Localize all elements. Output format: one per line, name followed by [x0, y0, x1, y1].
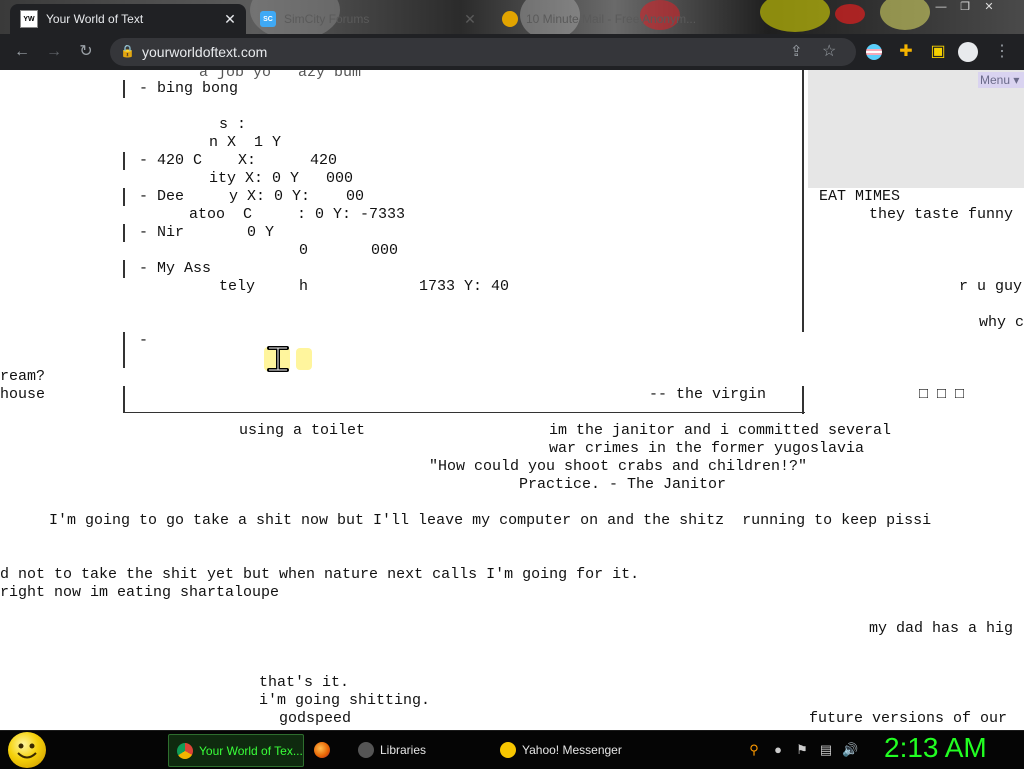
- url-text: yourworldoftext.com: [142, 44, 268, 60]
- smiley-icon: [17, 743, 37, 759]
- extension-flag-icon[interactable]: [864, 42, 884, 62]
- tab-strip: YW Your World of Text ✕ SC SimCity Forum…: [0, 0, 1024, 34]
- text-line: □ □ □: [919, 386, 965, 403]
- more-menu-icon[interactable]: ⋮: [992, 42, 1012, 62]
- libraries-icon: [358, 741, 374, 758]
- text-line: r u guy: [959, 278, 1023, 295]
- taskbar: Your World of Tex... Libraries Yahoo! Me…: [0, 730, 1024, 769]
- tab-10-minute-mail[interactable]: 10 Minute Mail - Free Anonym...: [492, 4, 702, 34]
- text-line: - Dee y X: 0 Y: 00: [139, 188, 365, 205]
- box-border-bottom: [123, 412, 805, 413]
- network-icon[interactable]: ▤: [818, 742, 834, 758]
- text-line: war crimes in the former yugoslavia: [549, 440, 865, 457]
- text-line: ream?: [0, 368, 46, 385]
- clock[interactable]: 2:13 AM: [884, 732, 987, 764]
- yw-icon: YW: [20, 10, 38, 28]
- text-line: - 420 C X: 420: [139, 152, 338, 169]
- text-line: n X 1 Y: [209, 134, 282, 151]
- text-line: d not to take the shit yet but when natu…: [0, 566, 640, 583]
- lock-icon: 🔒: [120, 44, 135, 58]
- box-bar: [123, 386, 125, 413]
- profile-avatar-icon[interactable]: [958, 42, 978, 62]
- text-line: s :: [219, 116, 247, 133]
- forward-icon[interactable]: →: [44, 42, 64, 62]
- text-line: ity X: 0 Y 000: [209, 170, 354, 187]
- text-line: i'm going shitting.: [259, 692, 431, 709]
- text-line: EAT MIMES: [819, 188, 901, 205]
- firefox-icon: [314, 741, 330, 758]
- box-bar: [123, 80, 125, 98]
- address-bar[interactable]: 🔒 yourworldoftext.com ⇪ ☆: [110, 38, 856, 66]
- volume-icon[interactable]: 🔊: [842, 742, 858, 758]
- box-bar: [123, 188, 125, 206]
- menu-label: Menu: [980, 73, 1011, 87]
- text-line: tely: [219, 278, 256, 295]
- restore-icon[interactable]: ❐: [954, 0, 976, 14]
- text-line: -- the virgin: [649, 386, 767, 403]
- start-button[interactable]: [8, 732, 46, 768]
- box-bar: [123, 260, 125, 278]
- minimize-icon[interactable]: —: [930, 0, 952, 14]
- reload-icon[interactable]: ↻: [76, 42, 96, 62]
- text-line: right now im eating shartaloupe: [0, 584, 280, 601]
- taskbar-item-chrome[interactable]: Your World of Tex...: [168, 734, 304, 767]
- search-icon[interactable]: ⚲: [746, 742, 762, 758]
- menu-button[interactable]: Menu ▾: [978, 72, 1024, 88]
- text-line: why c: [979, 314, 1024, 331]
- taskbar-item-label: Yahoo! Messenger: [522, 742, 622, 757]
- text-line: "How could you shoot crabs and children!…: [429, 458, 808, 475]
- extensions-puzzle-icon[interactable]: ✚: [896, 42, 916, 62]
- box-border-right-lower: [802, 386, 804, 414]
- taskbar-item-label: Your World of Tex...: [199, 743, 303, 758]
- text-line: -: [139, 332, 149, 349]
- box-bar: [123, 332, 125, 368]
- bookmark-star-icon[interactable]: ☆: [822, 41, 836, 61]
- text-line: that's it.: [259, 674, 350, 691]
- close-tab-icon[interactable]: ✕: [462, 11, 478, 28]
- text-line: h: [299, 278, 309, 295]
- browser-toolbar: ← → ↻ 🔒 yourworldoftext.com ⇪ ☆ ✚ ▣ ⋮: [0, 34, 1024, 70]
- tab-simcity-forums[interactable]: SC SimCity Forums ✕: [250, 4, 486, 34]
- world-of-text-canvas[interactable]: Menu ▾ a job yo azy bum - bing bong s : …: [0, 70, 1024, 730]
- text-line: im the janitor and i committed several: [549, 422, 892, 439]
- close-tab-icon[interactable]: ✕: [222, 11, 238, 28]
- tab-your-world-of-text[interactable]: YW Your World of Text ✕: [10, 4, 246, 34]
- text-line: using a toilet: [239, 422, 366, 439]
- text-line: house: [0, 386, 46, 403]
- tab-title: Your World of Text: [46, 12, 144, 26]
- box-border-right: [802, 70, 804, 332]
- share-icon[interactable]: ⇪: [790, 42, 803, 60]
- tab-title: 10 Minute Mail - Free Anonym...: [526, 12, 697, 26]
- side-panel-icon[interactable]: ▣: [928, 42, 948, 62]
- box-bar: [123, 152, 125, 170]
- close-window-icon[interactable]: ✕: [978, 0, 1000, 14]
- box-bar: [123, 224, 125, 242]
- action-center-flag-icon[interactable]: ⚑: [794, 742, 810, 758]
- yahoo-messenger-icon: [500, 741, 516, 758]
- taskbar-item-libraries[interactable]: Libraries: [350, 734, 486, 765]
- text-line: Practice. - The Janitor: [519, 476, 727, 493]
- text-line: my dad has a hig: [869, 620, 1014, 637]
- taskbar-item-label: Libraries: [380, 742, 427, 757]
- text-line: future versions of our: [809, 710, 1008, 727]
- tab-title: SimCity Forums: [284, 12, 370, 26]
- text-line: - bing bong: [139, 80, 239, 97]
- text-line: - Nir 0 Y: [139, 224, 275, 241]
- text-line: godspeed: [279, 710, 352, 727]
- text-line: 0 000: [299, 242, 399, 259]
- mail-icon: [502, 11, 518, 27]
- text-line: I'm going to go take a shit now but I'll…: [49, 512, 932, 529]
- text-cursor-icon: [267, 346, 289, 372]
- taskbar-item-yahoo-messenger[interactable]: Yahoo! Messenger: [492, 734, 628, 765]
- back-icon[interactable]: ←: [12, 42, 32, 62]
- simcity-icon: SC: [260, 11, 276, 27]
- text-line: 1733 Y: 40: [419, 278, 510, 295]
- text-line: - My Ass: [139, 260, 212, 277]
- text-line: they taste funny: [869, 206, 1014, 223]
- cursor-highlight: [296, 348, 312, 370]
- chrome-icon: [177, 742, 193, 759]
- text-line: atoo C : 0 Y: -7333: [189, 206, 406, 223]
- taskbar-item-firefox[interactable]: [306, 734, 348, 765]
- tray-app-icon[interactable]: ●: [770, 742, 786, 758]
